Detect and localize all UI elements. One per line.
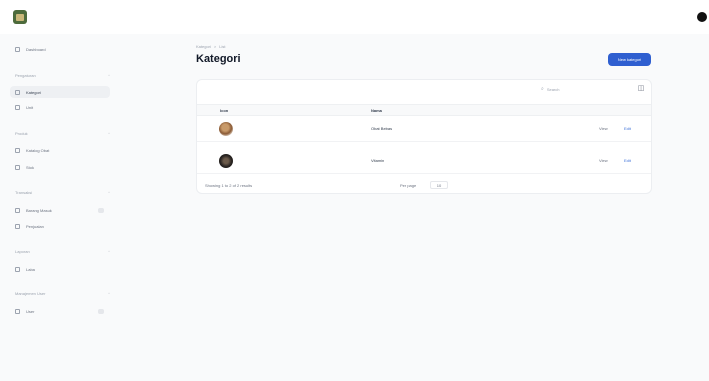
- plant-logo-icon[interactable]: [13, 10, 27, 24]
- chevron-up-icon: ^: [108, 189, 110, 195]
- sidebar-group-label: Laporan: [15, 248, 30, 254]
- view-button[interactable]: View: [599, 126, 608, 131]
- breadcrumb-link-kategori[interactable]: Kategori: [196, 44, 211, 49]
- chevron-up-icon: ^: [108, 290, 110, 296]
- users-icon: [15, 308, 20, 314]
- sidebar-item-label: Dashboard: [26, 46, 46, 52]
- sidebar-item-label: User: [26, 308, 35, 314]
- chart-icon: [15, 266, 20, 272]
- user-avatar-icon[interactable]: [697, 12, 707, 22]
- sidebar-item-laba[interactable]: Laba: [10, 263, 110, 275]
- sidebar-item-label: Unit: [26, 104, 34, 110]
- home-icon: [15, 46, 20, 52]
- filter-icon[interactable]: ◫: [636, 83, 646, 93]
- edit-button[interactable]: Edit: [624, 126, 631, 131]
- table-footer: Showing 1 to 2 of 2 results Per page 10: [197, 180, 651, 192]
- cart-icon: [15, 223, 20, 229]
- sidebar-group-transaksi[interactable]: Transaksi ^: [15, 188, 110, 196]
- category-image: [219, 154, 233, 168]
- breadcrumb-current: List: [219, 44, 226, 49]
- breadcrumb: Kategori > List: [196, 44, 225, 49]
- per-page-value: 10: [436, 182, 442, 188]
- column-header-icon[interactable]: Icon: [220, 108, 228, 113]
- new-kategori-button[interactable]: New kategori: [608, 53, 651, 66]
- sidebar-group-label: Pengaturan: [15, 72, 36, 78]
- column-header-nama[interactable]: Nama: [371, 108, 382, 113]
- sidebar-group-laporan[interactable]: Laporan ^: [15, 247, 110, 255]
- sidebar-item-stok[interactable]: Stok: [10, 161, 110, 173]
- table-row[interactable]: Obat Bebas View Edit: [197, 116, 651, 142]
- sidebar-item-label: Barang Masuk: [26, 207, 52, 213]
- count-badge: [98, 207, 104, 213]
- search-icon: ⌕: [541, 86, 544, 92]
- category-name: Obat Bebas: [371, 126, 393, 131]
- chevron-up-icon: ^: [108, 248, 110, 254]
- chevron-up-icon: ^: [108, 130, 110, 136]
- search-input[interactable]: ⌕ Search: [539, 84, 599, 94]
- sidebar-item-user[interactable]: User: [10, 305, 110, 317]
- app-window: Dashboard Pengaturan ^ Kategori Unit Pro…: [0, 0, 709, 381]
- sidebar-item-label: Laba: [26, 266, 35, 272]
- top-bar: [0, 0, 709, 34]
- sidebar-item-katalog-obat[interactable]: Katalog Obat: [10, 144, 110, 156]
- inbox-icon: [15, 207, 20, 213]
- view-button[interactable]: View: [599, 158, 608, 163]
- search-placeholder: Search: [546, 86, 560, 92]
- sidebar-group-pengaturan[interactable]: Pengaturan ^: [15, 71, 110, 79]
- archive-icon: [15, 164, 20, 170]
- category-image: [219, 122, 233, 136]
- sidebar-item-label: Stok: [26, 164, 35, 170]
- sidebar-item-barang-masuk[interactable]: Barang Masuk: [10, 204, 110, 216]
- book-icon: [15, 147, 20, 153]
- table-row[interactable]: Vitamin View Edit: [197, 148, 651, 174]
- sidebar-item-unit[interactable]: Unit: [10, 101, 110, 113]
- sidebar-item-penjualan[interactable]: Penjualan: [10, 220, 110, 232]
- sidebar-item-kategori[interactable]: Kategori: [10, 86, 110, 98]
- sidebar-item-label: Katalog Obat: [26, 147, 50, 153]
- table-header: Icon Nama: [197, 104, 651, 116]
- count-badge: [98, 308, 104, 314]
- sidebar-item-dashboard[interactable]: Dashboard: [10, 43, 110, 55]
- sidebar-group-label: Produk: [15, 130, 28, 136]
- box-icon: [15, 104, 20, 110]
- sidebar-group-label: Transaksi: [15, 189, 33, 195]
- sidebar-group-manajemen-user[interactable]: Manajemen User ^: [15, 289, 110, 297]
- sidebar-group-produk[interactable]: Produk ^: [15, 129, 110, 137]
- edit-button[interactable]: Edit: [624, 158, 631, 163]
- tag-icon: [15, 89, 20, 95]
- sidebar-item-label: Penjualan: [26, 223, 44, 229]
- page-title: Kategori: [196, 53, 241, 65]
- breadcrumb-separator: >: [213, 44, 217, 49]
- category-name: Vitamin: [371, 158, 385, 163]
- sidebar-group-label: Manajemen User: [15, 290, 46, 296]
- chevron-up-icon: ^: [108, 72, 110, 78]
- per-page-select[interactable]: 10: [430, 181, 448, 189]
- per-page-label: Per page: [400, 183, 417, 188]
- pagination-info: Showing 1 to 2 of 2 results: [205, 183, 253, 188]
- sidebar-item-label: Kategori: [26, 89, 41, 95]
